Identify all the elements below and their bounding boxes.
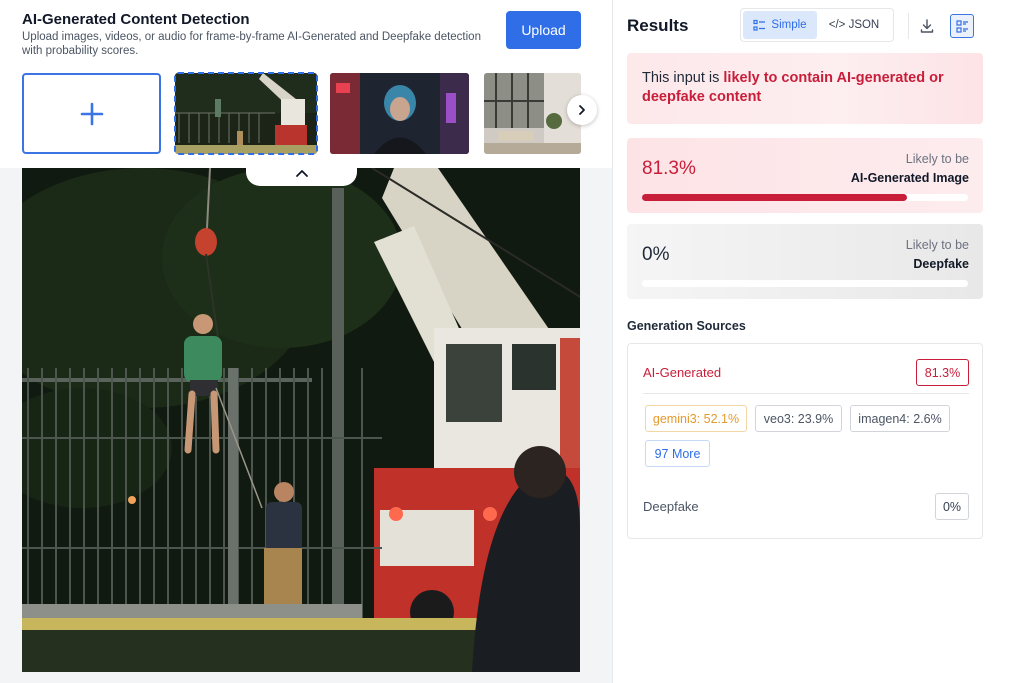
upload-button[interactable]: Upload <box>506 11 581 49</box>
thumbnail-cyberpunk-image <box>330 73 469 154</box>
deepfake-score-caption: Likely to be <box>905 238 969 252</box>
ai-generated-source-badge: 81.3% <box>916 359 969 386</box>
ai-score-label: AI-Generated Image <box>850 171 969 185</box>
download-icon <box>920 19 934 33</box>
ai-score-bar <box>642 194 968 201</box>
thumbnail-selected[interactable] <box>174 72 318 155</box>
model-chip-imagen4[interactable]: imagen4: 2.6% <box>850 405 950 432</box>
deepfake-score-card: 0% Likely to be Deepfake <box>627 224 983 299</box>
json-view-tab[interactable]: </> JSON <box>817 11 891 39</box>
results-title: Results <box>627 16 689 35</box>
report-view-button[interactable] <box>950 14 974 38</box>
thumbnail-crane-image <box>175 73 317 154</box>
sources-divider <box>643 393 969 394</box>
next-thumbnails-button[interactable] <box>567 95 597 125</box>
deepfake-score-bar <box>642 280 968 287</box>
list-view-icon <box>753 19 766 31</box>
results-panel: Results Simple </> JSON This input is li… <box>612 0 1024 683</box>
sources-title: Generation Sources <box>627 319 746 333</box>
simple-view-label: Simple <box>771 19 807 31</box>
deepfake-score-value: 0% <box>642 244 670 265</box>
collapse-thumbnails-button[interactable] <box>246 160 357 186</box>
deepfake-source-label: Deepfake <box>643 499 699 514</box>
ai-generated-score-card: 81.3% Likely to be AI-Generated Image <box>627 138 983 213</box>
toolbar-divider <box>908 13 909 39</box>
ai-score-caption: Likely to be <box>905 152 969 166</box>
model-chip-veo3[interactable]: veo3: 23.9% <box>755 405 842 432</box>
upload-header: AI-Generated Content Detection Upload im… <box>0 0 612 168</box>
report-list-icon <box>955 19 968 33</box>
crane-scene-illustration <box>22 168 580 672</box>
verdict-banner: This input is likely to contain AI-gener… <box>627 53 983 124</box>
model-chip-gemini3[interactable]: gemini3: 52.1% <box>645 405 747 432</box>
chevron-right-icon <box>579 105 585 115</box>
deepfake-source-badge: 0% <box>935 493 969 520</box>
upload-panel: AI-Generated Content Detection Upload im… <box>0 0 612 683</box>
json-view-label: </> JSON <box>828 19 880 31</box>
deepfake-score-label: Deepfake <box>913 257 969 271</box>
thumbnail-image[interactable] <box>330 73 469 154</box>
ai-score-bar-fill <box>642 194 908 201</box>
chevron-up-icon <box>295 170 308 177</box>
view-toggle: Simple </> JSON <box>740 8 894 42</box>
main-preview-image <box>22 168 580 672</box>
add-media-tile[interactable] <box>22 73 161 154</box>
page-subtitle: Upload images, videos, or audio for fram… <box>22 31 481 57</box>
ai-generated-source-label: AI-Generated <box>643 365 722 380</box>
page-title: AI-Generated Content Detection <box>22 11 250 28</box>
verdict-prefix: This input is <box>642 70 724 86</box>
more-models-button[interactable]: 97 More <box>645 440 710 467</box>
generation-sources-box: AI-Generated 81.3% gemini3: 52.1% veo3: … <box>627 343 983 539</box>
simple-view-tab[interactable]: Simple <box>743 11 817 39</box>
plus-icon <box>80 102 103 125</box>
download-button[interactable] <box>915 14 939 38</box>
ai-score-value: 81.3% <box>642 158 696 179</box>
